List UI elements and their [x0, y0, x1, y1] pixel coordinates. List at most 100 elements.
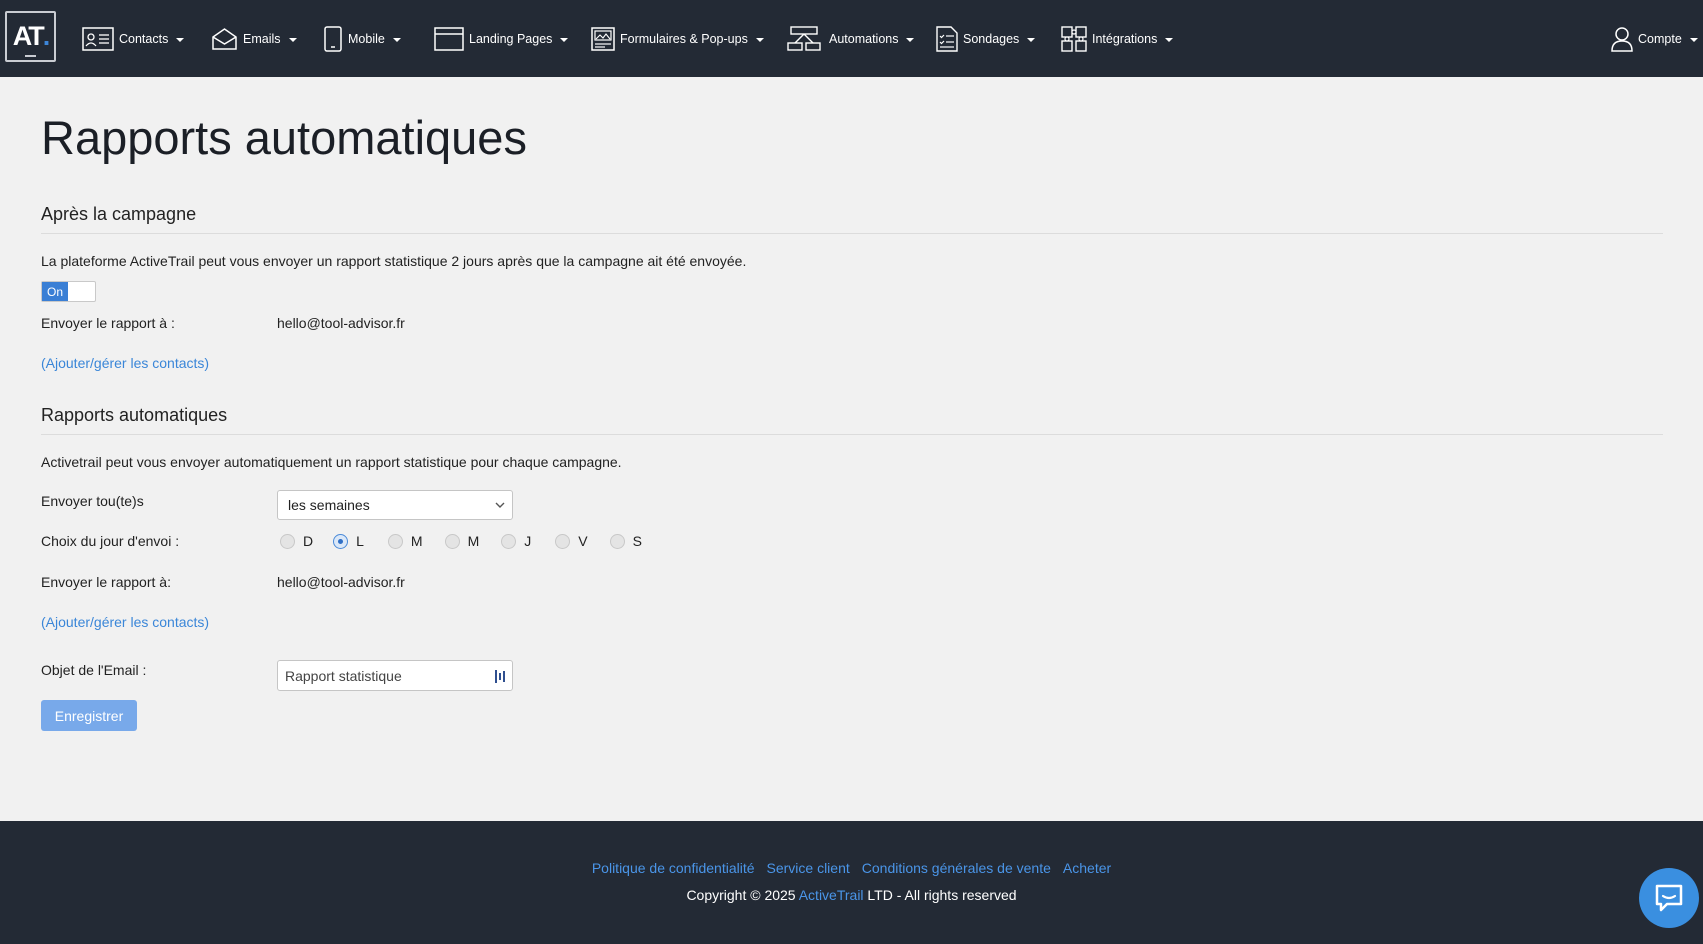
logo-dot: .	[42, 21, 50, 51]
email-subject-input[interactable]: Rapport statistique	[277, 660, 513, 691]
footer-links: Politique de confidentialité Service cli…	[0, 860, 1703, 876]
chevron-down-icon	[906, 38, 915, 42]
day-label: S	[632, 533, 642, 549]
send-day-label: Choix du jour d'envoi :	[41, 533, 180, 549]
chevron-down-icon	[495, 502, 505, 508]
radio-circle	[444, 533, 460, 549]
after-campaign-description: La plateforme ActiveTrail peut vous envo…	[41, 253, 747, 269]
send-day-radio-group: D L M M J V S	[280, 533, 642, 549]
page-title: Rapports automatiques	[41, 111, 527, 164]
footer-link-terms[interactable]: Conditions générales de vente	[862, 860, 1051, 876]
manage-contacts-link-2[interactable]: (Ajouter/gérer les contacts)	[41, 614, 209, 630]
section-divider	[41, 233, 1663, 234]
survey-checklist-icon	[936, 26, 958, 52]
nav-item-emails[interactable]: Emails	[211, 24, 297, 54]
activetrail-logo[interactable]: AT.	[5, 11, 56, 62]
day-radio-friday[interactable]: V	[555, 533, 588, 549]
logo-text: AT	[12, 21, 45, 51]
chevron-down-icon	[176, 38, 185, 42]
email-subject-value: Rapport statistique	[285, 667, 402, 684]
nav-item-label: Landing Pages	[469, 32, 553, 46]
frequency-label: Envoyer tou(te)s	[41, 493, 144, 509]
frequency-select[interactable]: les semaines	[277, 490, 513, 520]
radio-circle	[609, 533, 625, 549]
browser-window-icon	[434, 27, 464, 51]
logo-underline	[25, 55, 36, 57]
chevron-down-icon	[1689, 38, 1698, 42]
user-icon	[1611, 27, 1633, 52]
nav-item-label: Formulaires & Pop-ups	[620, 32, 748, 46]
puzzle-integrations-icon	[1061, 26, 1087, 52]
copyright-suffix: LTD - All rights reserved	[863, 887, 1017, 903]
day-radio-wednesday[interactable]: M	[444, 533, 480, 549]
smartphone-icon	[324, 26, 342, 52]
day-label: M	[467, 533, 480, 549]
chevron-down-icon	[1165, 38, 1174, 42]
radio-circle	[387, 533, 403, 549]
radio-circle	[555, 533, 571, 549]
day-label: J	[524, 533, 532, 549]
chevron-down-icon	[1027, 38, 1036, 42]
chevron-down-icon	[288, 38, 297, 42]
day-radio-monday[interactable]: L	[333, 533, 364, 549]
nav-item-formulaires[interactable]: Formulaires & Pop-ups	[591, 24, 764, 54]
day-radio-tuesday[interactable]: M	[387, 533, 423, 549]
report-send-to-label: Envoyer le rapport à:	[41, 574, 171, 590]
nav-item-label: Intégrations	[1092, 32, 1158, 46]
nav-item-label: Compte	[1638, 32, 1682, 46]
day-label: L	[356, 533, 364, 549]
auto-reports-description: Activetrail peut vous envoyer automatiqu…	[41, 454, 622, 470]
day-label: V	[578, 533, 588, 549]
personalization-bars-icon[interactable]	[494, 669, 506, 684]
radio-circle	[501, 533, 517, 549]
chevron-down-icon	[755, 38, 764, 42]
nav-item-label: Automations	[829, 32, 899, 46]
after-campaign-toggle[interactable]: On	[41, 281, 96, 302]
section-title-after-campaign: Après la campagne	[41, 204, 197, 224]
workflow-icon	[787, 26, 821, 51]
chevron-down-icon	[560, 38, 569, 42]
report-send-to-email: hello@tool-advisor.fr	[277, 574, 405, 590]
email-subject-label: Objet de l'Email :	[41, 662, 147, 678]
nav-item-integrations[interactable]: Intégrations	[1061, 24, 1174, 54]
contacts-card-icon	[82, 27, 114, 51]
save-button[interactable]: Enregistrer	[41, 700, 137, 731]
chat-button[interactable]	[1639, 868, 1699, 928]
radio-circle	[280, 533, 295, 549]
section-divider	[41, 434, 1663, 435]
manage-contacts-link[interactable]: (Ajouter/gérer les contacts)	[41, 355, 209, 371]
day-label: M	[410, 533, 423, 549]
footer-link-buy[interactable]: Acheter	[1063, 860, 1111, 876]
nav-item-landing-pages[interactable]: Landing Pages	[434, 24, 569, 54]
footer	[0, 821, 1703, 944]
frequency-select-value: les semaines	[288, 497, 370, 513]
nav-item-label: Sondages	[963, 32, 1020, 46]
radio-circle-checked	[333, 533, 349, 549]
toggle-on-label: On	[42, 282, 68, 301]
chevron-down-icon	[392, 38, 401, 42]
copyright-brand-link[interactable]: ActiveTrail	[799, 887, 864, 903]
day-radio-sunday[interactable]: D	[280, 533, 313, 549]
form-image-icon	[591, 27, 615, 51]
day-radio-saturday[interactable]: S	[609, 533, 642, 549]
footer-link-support[interactable]: Service client	[767, 860, 850, 876]
section-title-auto-reports: Rapports automatiques	[41, 405, 228, 425]
envelope-icon	[212, 28, 237, 50]
send-to-label: Envoyer le rapport à :	[41, 315, 175, 331]
nav-item-label: Emails	[243, 32, 281, 46]
day-label: D	[303, 533, 314, 549]
copyright-prefix: Copyright © 2025	[686, 887, 799, 903]
day-radio-thursday[interactable]: J	[501, 533, 531, 549]
top-navigation-bar: AT. Contacts Emails Mobile Landing Pages…	[0, 0, 1703, 77]
nav-item-mobile[interactable]: Mobile	[323, 24, 401, 54]
nav-item-sondages[interactable]: Sondages	[936, 24, 1036, 54]
nav-item-contacts[interactable]: Contacts	[82, 24, 185, 54]
footer-link-privacy[interactable]: Politique de confidentialité	[592, 860, 755, 876]
nav-item-label: Contacts	[119, 32, 169, 46]
chat-bubble-icon	[1655, 884, 1683, 912]
send-to-email: hello@tool-advisor.fr	[277, 315, 405, 331]
nav-item-compte[interactable]: Compte	[1611, 24, 1698, 54]
copyright: Copyright © 2025 ActiveTrail LTD - All r…	[0, 887, 1703, 903]
nav-item-label: Mobile	[348, 32, 385, 46]
nav-item-automations[interactable]: Automations	[787, 24, 915, 54]
